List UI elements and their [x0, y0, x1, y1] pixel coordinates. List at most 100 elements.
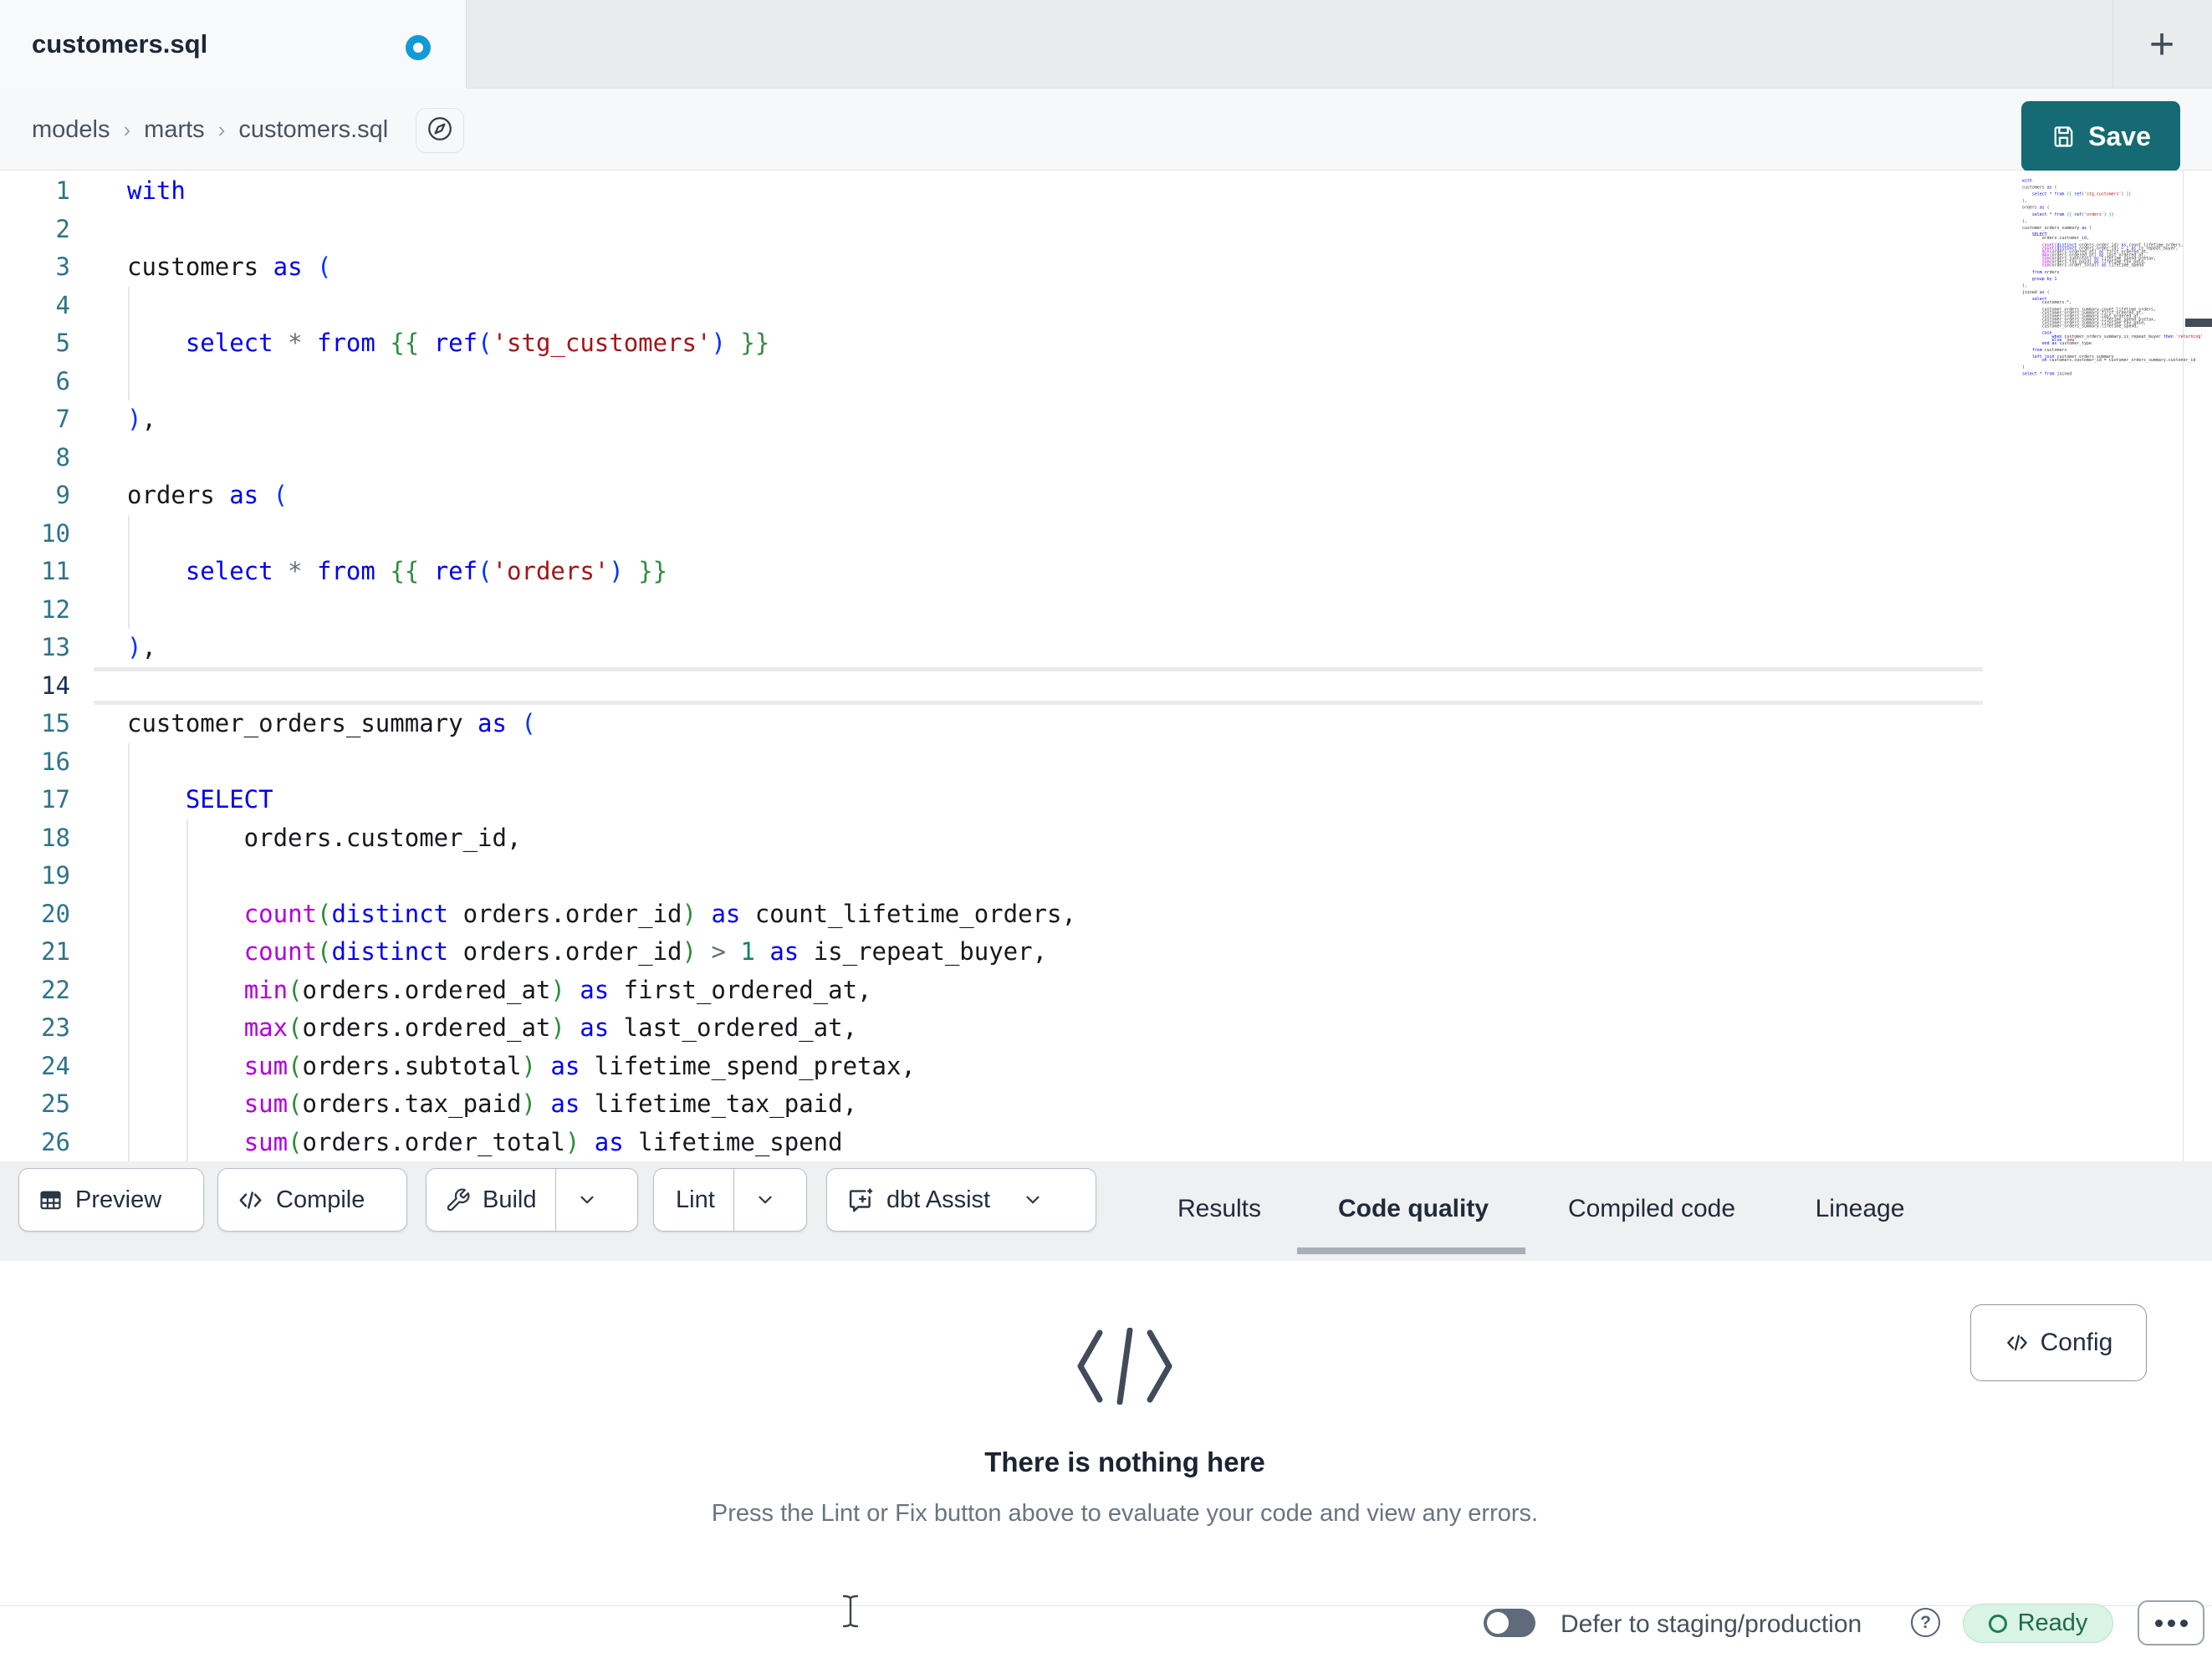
active-line-border	[94, 701, 1983, 705]
code-line-1[interactable]: 1 with	[0, 172, 2183, 211]
code-line-25[interactable]: 25 sum(orders.tax_paid) as lifetime_tax_…	[0, 1085, 2183, 1124]
table-icon	[38, 1187, 64, 1213]
line-number: 8	[55, 442, 70, 472]
code-text: sum(orders.subtotal) as lifetime_spend_p…	[243, 1051, 916, 1080]
code-slash-icon	[1075, 1327, 1175, 1409]
status-badge-ready[interactable]: Ready	[1963, 1604, 2113, 1643]
file-tab-customers-sql[interactable]: customers.sql	[0, 0, 467, 89]
code-line-4[interactable]: 4	[0, 287, 2183, 325]
code-line-19[interactable]: 19	[0, 857, 2183, 895]
code-line-5[interactable]: 5 select * from {{ ref('stg_customers') …	[0, 324, 2183, 363]
code-line-9[interactable]: 9 orders as (	[0, 477, 2183, 515]
line-number: 26	[41, 1127, 70, 1156]
wrench-icon	[445, 1187, 471, 1213]
code-line-18[interactable]: 18 orders.customer_id,	[0, 819, 2183, 858]
editor-scrollbar-thumb[interactable]	[2185, 319, 2212, 327]
build-button[interactable]: Build	[426, 1168, 638, 1232]
assist-sparkle-chat-icon	[845, 1186, 875, 1215]
help-question-icon[interactable]: ?	[1911, 1608, 1940, 1637]
line-number: 23	[41, 1013, 70, 1042]
code-line-14[interactable]: 14	[0, 667, 2183, 706]
code-line-2[interactable]: 2	[0, 211, 2183, 249]
line-number: 13	[41, 633, 70, 661]
explore-lineage-button[interactable]	[416, 108, 464, 153]
code-line-17[interactable]: 17 SELECT	[0, 781, 2183, 819]
code-line-26[interactable]: 26 sum(orders.order_total) as lifetime_s…	[0, 1124, 2183, 1162]
code-line-22[interactable]: 22 min(orders.ordered_at) as first_order…	[0, 972, 2183, 1010]
config-button[interactable]: Config	[1970, 1304, 2147, 1381]
line-number: 6	[55, 366, 70, 395]
compile-label: Compile	[276, 1186, 365, 1213]
text-cursor-pointer	[840, 1594, 861, 1633]
code-line-3[interactable]: 3 customers as (	[0, 248, 2183, 287]
code-text: count(distinct orders.order_id) as count…	[243, 899, 1076, 928]
defer-toggle[interactable]	[1484, 1609, 1535, 1637]
dbt-assist-button[interactable]: dbt Assist	[826, 1168, 1096, 1232]
code-line-10[interactable]: 10	[0, 515, 2183, 554]
indent-guide	[186, 819, 188, 1161]
code-text: SELECT	[185, 785, 273, 814]
code-quality-panel	[0, 1261, 2212, 1605]
save-label: Save	[2088, 120, 2151, 151]
line-number: 12	[41, 594, 70, 624]
overflow-menu-button[interactable]	[2138, 1600, 2204, 1645]
save-icon	[2051, 124, 2077, 150]
line-number: 1	[55, 176, 70, 205]
line-number: 25	[41, 1089, 70, 1118]
preview-button[interactable]: Preview	[18, 1168, 204, 1232]
code-line-13[interactable]: 13),	[0, 629, 2183, 667]
save-button[interactable]: Save	[2021, 101, 2180, 171]
code-text: sum(orders.tax_paid) as lifetime_tax_pai…	[243, 1089, 858, 1118]
code-line-8[interactable]: 8	[0, 439, 2183, 477]
code-line-24[interactable]: 24 sum(orders.subtotal) as lifetime_spen…	[0, 1048, 2183, 1086]
line-number: 3	[55, 253, 70, 281]
line-number: 17	[41, 785, 70, 814]
indent-guide	[128, 514, 130, 629]
code-line-12[interactable]: 12	[0, 591, 2183, 630]
minimap[interactable]: with customers as ( select * from {{ ref…	[2022, 178, 2203, 375]
status-bar	[0, 1605, 2212, 1653]
code-editor[interactable]: 1 with 2 3 customers as (4 5 select * from {{…	[0, 171, 2212, 1161]
empty-state-title: There is nothing here	[984, 1446, 1265, 1477]
config-label: Config	[2040, 1329, 2113, 1356]
build-dropdown-button[interactable]	[556, 1169, 618, 1231]
build-label: Build	[483, 1186, 537, 1213]
status-ring-icon	[1988, 1614, 2007, 1633]
lint-button[interactable]: Lint	[653, 1168, 807, 1232]
lint-dropdown-button[interactable]	[734, 1169, 796, 1231]
breadcrumb: models › marts › customers.sql	[32, 89, 388, 171]
code-line-20[interactable]: 20 count(distinct orders.order_id) as co…	[0, 895, 2183, 934]
line-number: 7	[55, 405, 70, 433]
code-text: sum(orders.order_total) as lifetime_spen…	[243, 1127, 843, 1156]
compile-button[interactable]: Compile	[217, 1168, 407, 1232]
code-line-11[interactable]: 11 select * from {{ ref('orders') }}	[0, 553, 2183, 591]
breadcrumb-item-marts: marts	[144, 115, 205, 143]
assist-dropdown-button[interactable]	[1009, 1169, 1057, 1231]
line-number: 18	[41, 823, 70, 852]
new-tab-button[interactable]: +	[2131, 15, 2193, 74]
tab-compiled-code[interactable]: Compiled code	[1568, 1195, 1735, 1223]
code-text: select * from {{ ref('orders') }}	[185, 557, 668, 585]
code-text: customers as (	[127, 253, 332, 281]
tab-code-quality[interactable]: Code quality	[1338, 1195, 1489, 1223]
code-line-6[interactable]: 6	[0, 363, 2183, 401]
code-line-7[interactable]: 7),	[0, 400, 2183, 439]
tab-bar: customers.sql +	[0, 0, 2212, 89]
indent-guide	[128, 286, 130, 400]
code-line-15[interactable]: 15 customer_orders_summary as (	[0, 705, 2183, 743]
defer-label: Defer to staging/production	[1561, 1610, 1862, 1638]
preview-label: Preview	[75, 1186, 162, 1213]
code-line-16[interactable]: 16	[0, 743, 2183, 782]
code-brackets-icon	[237, 1186, 264, 1214]
tab-lineage[interactable]: Lineage	[1816, 1195, 1905, 1223]
editor-scrollbar-track[interactable]	[2183, 171, 2184, 1161]
line-number: 14	[41, 671, 70, 700]
line-number: 21	[41, 937, 70, 966]
code-text: with	[127, 176, 186, 205]
breadcrumb-item-models: models	[32, 115, 110, 143]
code-line-23[interactable]: 23 max(orders.ordered_at) as last_ordere…	[0, 1009, 2183, 1048]
code-line-21[interactable]: 21 count(distinct orders.order_id) > 1 a…	[0, 933, 2183, 972]
code-text: select * from {{ ref('stg_customers') }}	[185, 329, 770, 357]
chevron-down-icon	[759, 1196, 772, 1204]
tab-results[interactable]: Results	[1178, 1195, 1261, 1223]
